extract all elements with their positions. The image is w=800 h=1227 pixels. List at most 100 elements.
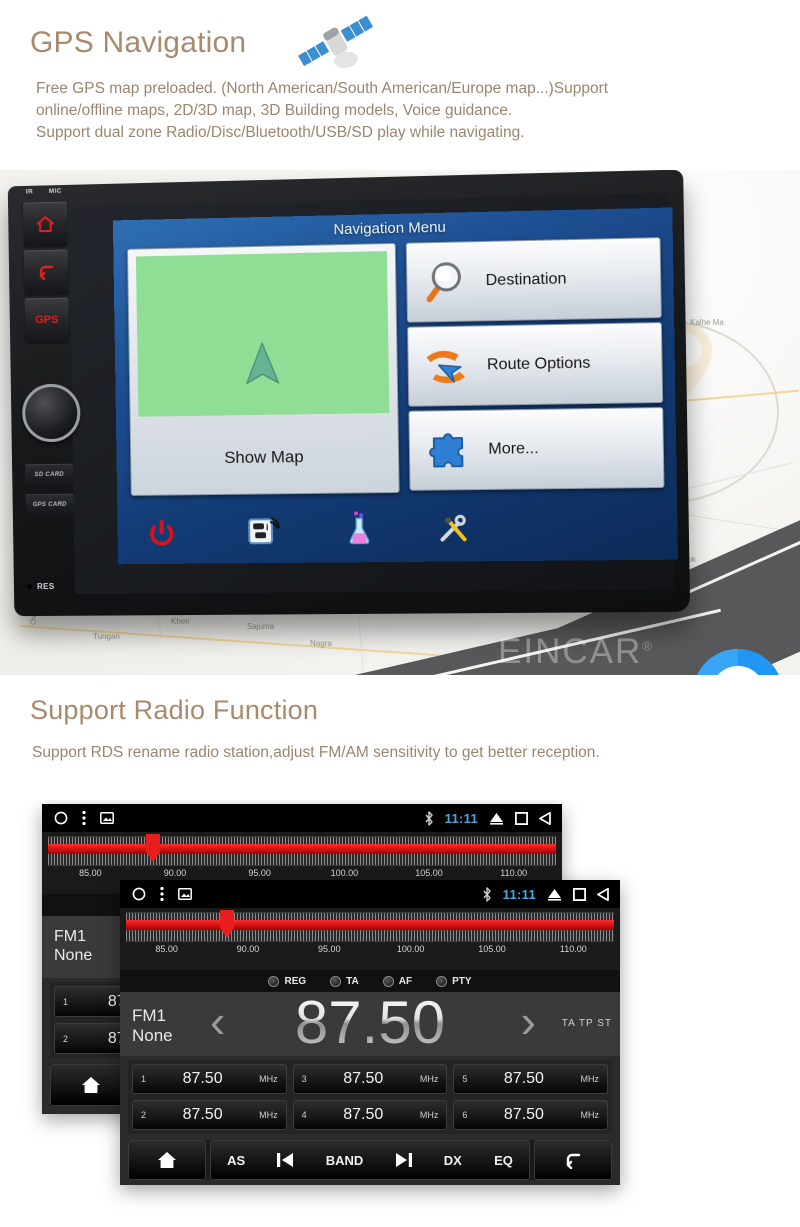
image-icon[interactable] (178, 888, 192, 900)
toolbar-center: AS BAND DX EQ (210, 1140, 530, 1180)
satellite-icon (296, 15, 373, 69)
caret-up-icon[interactable] (489, 812, 504, 825)
rds-option-af[interactable]: AF (382, 975, 413, 987)
square-icon[interactable] (573, 887, 586, 901)
preset-frequency: 87.50 (503, 1106, 544, 1123)
map-place-label: Tungan (93, 632, 120, 641)
eq-button[interactable]: EQ (494, 1153, 513, 1168)
caret-up-icon[interactable] (547, 888, 562, 901)
power-icon[interactable] (145, 516, 179, 550)
next-station-button[interactable]: › (521, 994, 536, 1048)
rds-label: AF (398, 975, 413, 987)
res-label: RES (36, 581, 55, 592)
destination-label: Destination (485, 270, 567, 290)
flask-icon[interactable] (342, 510, 376, 545)
car-stereo-unit: IR MIC GPS SD CARD GPS CARD RES Navigati… (6, 170, 691, 618)
tuner-tick: 95.00 (318, 944, 341, 954)
prev-track-icon[interactable] (277, 1153, 294, 1167)
gps-desc-line-2: online/offline maps, 2D/3D map, 3D Build… (36, 102, 513, 119)
preset-4[interactable]: 487.50MHz (292, 1100, 448, 1130)
tuner-tick: 85.00 (79, 868, 102, 878)
tuner-tick: 95.00 (248, 868, 271, 878)
tuner-strip[interactable]: 85.00 90.00 95.00 100.00 105.00 110.00 (120, 908, 620, 970)
play-triangle-icon[interactable] (539, 811, 551, 825)
watermark-eincar: EINCAR® (498, 632, 654, 672)
circle-icon[interactable] (54, 811, 68, 825)
gps-description: Free GPS map preloaded. (North American/… (36, 78, 736, 144)
rds-option-pty[interactable]: PTY (436, 975, 472, 987)
reset-row[interactable]: RES (26, 581, 97, 592)
preset-5[interactable]: 587.50MHz (453, 1064, 608, 1094)
radio-screenshot-front[interactable]: 11:11 85.00 90.00 95.00 100.00 105.00 11… (120, 880, 620, 1185)
tuner-pointer[interactable] (220, 910, 234, 938)
back-arrow-icon (566, 1153, 581, 1169)
overflow-menu-icon[interactable] (160, 886, 164, 902)
image-icon[interactable] (100, 812, 114, 824)
gps-key[interactable]: GPS (24, 297, 70, 343)
home-button[interactable] (128, 1140, 206, 1180)
rds-option-reg[interactable]: REG (268, 975, 306, 987)
tools-icon[interactable] (436, 511, 471, 545)
preset-frequency: 87.50 (182, 1070, 223, 1087)
volume-knob[interactable] (21, 383, 81, 443)
show-map-label: Show Map (224, 447, 304, 468)
show-map-button[interactable]: Show Map (126, 242, 400, 496)
preset-1[interactable]: 187.50MHz (132, 1064, 287, 1094)
sd-card-label: SD CARD (34, 471, 64, 479)
overflow-menu-icon[interactable] (82, 810, 86, 826)
gps-photo-section: Kalhe Ma Thuhi Sajuma ook Tungan Kheri S… (0, 170, 800, 675)
back-key[interactable] (23, 249, 69, 295)
tuner-tick: 100.00 (396, 944, 425, 954)
gps-card-label: GPS CARD (32, 501, 67, 509)
next-track-icon[interactable] (395, 1153, 412, 1167)
gps-card-slot[interactable]: GPS CARD (25, 493, 74, 517)
home-icon (36, 216, 54, 233)
tuner-tick: 85.00 (155, 944, 178, 954)
navigation-tray: i (117, 505, 677, 560)
radio-button[interactable] (436, 975, 448, 987)
destination-button[interactable]: Destination (405, 237, 662, 323)
tuner-tick: 110.00 (500, 868, 528, 878)
reset-pinhole[interactable] (26, 584, 33, 590)
circle-icon[interactable] (132, 887, 146, 901)
tuner-bar (126, 920, 614, 930)
sd-card-slot[interactable]: SD CARD (25, 463, 74, 487)
navigation-screen[interactable]: Navigation Menu Show Map Destination Rou… (112, 207, 678, 565)
as-button[interactable]: AS (227, 1153, 245, 1168)
gps-key-label: GPS (35, 313, 59, 327)
route-options-button[interactable]: Route Options (407, 322, 664, 407)
back-arrow-icon (39, 265, 54, 281)
ir-label: IR (25, 188, 34, 196)
map-pin-blue (697, 649, 779, 675)
preset-6[interactable]: 687.50MHz (453, 1100, 608, 1130)
map-preview (135, 251, 390, 417)
traffic-info-icon[interactable]: i (247, 513, 281, 547)
preset-frequency: 87.50 (182, 1106, 223, 1123)
back-button[interactable] (534, 1140, 612, 1180)
tuner-pointer[interactable] (146, 834, 160, 862)
dx-button[interactable]: DX (444, 1153, 462, 1168)
gps-header-section: GPS Navigation Free GPS map preloaded. (… (0, 0, 800, 170)
preset-unit: MHz (580, 1110, 600, 1120)
watermark-mark: ® (642, 638, 654, 654)
square-icon[interactable] (515, 811, 528, 825)
status-bar: 11:11 (120, 880, 620, 908)
home-key[interactable] (22, 201, 68, 247)
vehicle-arrow-icon (242, 341, 282, 387)
radio-button[interactable] (382, 975, 394, 987)
mic-label: MIC (48, 187, 62, 195)
preset-3[interactable]: 387.50MHz (292, 1064, 448, 1094)
play-triangle-icon[interactable] (597, 887, 609, 901)
status-bar-left (120, 886, 192, 902)
more-button[interactable]: More... (408, 407, 665, 491)
tuner-tick: 90.00 (163, 868, 187, 878)
rds-option-ta[interactable]: TA (330, 975, 359, 987)
preset-2[interactable]: 287.50MHz (132, 1100, 287, 1130)
radio-button[interactable] (330, 975, 342, 987)
radio-button[interactable] (268, 975, 280, 987)
map-place-label: Nagra (310, 639, 332, 648)
status-clock: 11:11 (502, 886, 536, 902)
bluetooth-icon (483, 886, 491, 902)
unit-left-control-column: IR MIC GPS SD CARD GPS CARD RES (17, 183, 82, 609)
band-button[interactable]: BAND (326, 1153, 364, 1168)
